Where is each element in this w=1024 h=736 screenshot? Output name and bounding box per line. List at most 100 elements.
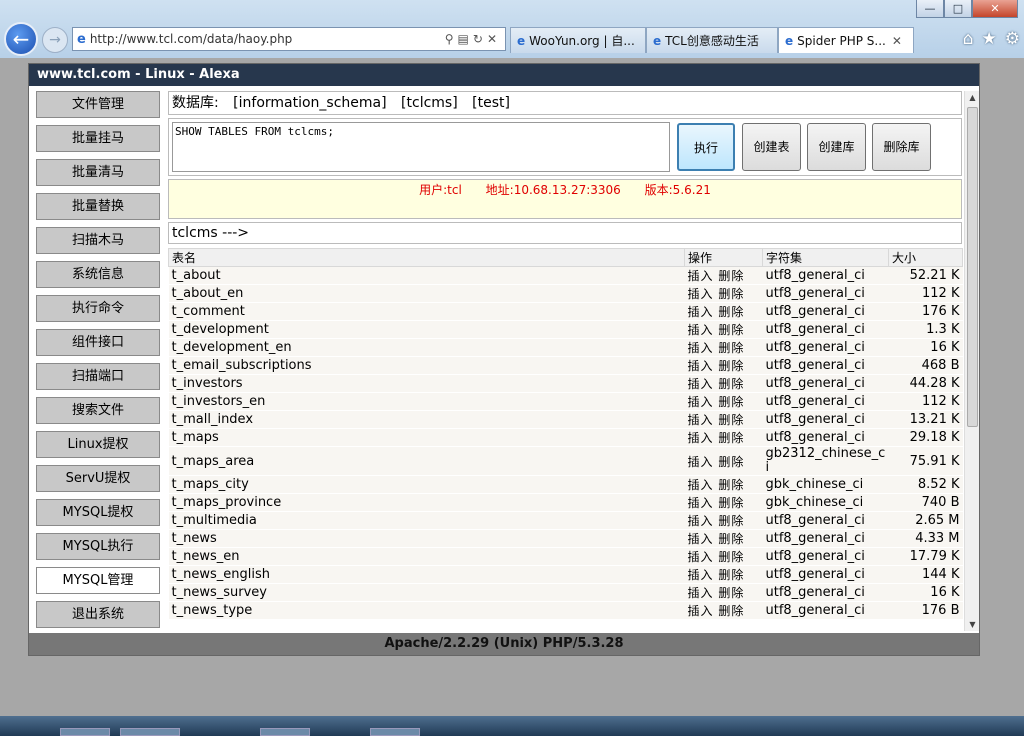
sidebar-item-linux-privesc[interactable]: Linux提权: [36, 431, 160, 458]
create-table-button[interactable]: 创建表: [742, 123, 801, 171]
gear-icon[interactable]: ⚙: [1005, 29, 1020, 49]
drop-database-button[interactable]: 删除库: [872, 123, 931, 171]
table-name-cell[interactable]: t_about_en: [168, 284, 685, 303]
stop-icon[interactable]: ✕: [487, 32, 501, 46]
table-name-cell[interactable]: t_maps_city: [168, 475, 685, 494]
delete-link[interactable]: 删除: [718, 341, 744, 355]
table-name-cell[interactable]: t_investors: [168, 374, 685, 393]
taskbar-item[interactable]: [260, 728, 310, 736]
minimize-button[interactable]: —: [916, 0, 944, 18]
delete-link[interactable]: 删除: [718, 413, 744, 427]
insert-link[interactable]: 插入: [688, 305, 714, 319]
table-name-cell[interactable]: t_mall_index: [168, 410, 685, 429]
delete-link[interactable]: 删除: [718, 532, 744, 546]
delete-link[interactable]: 删除: [718, 496, 744, 510]
table-name-cell[interactable]: t_development: [168, 320, 685, 339]
insert-link[interactable]: 插入: [688, 478, 714, 492]
close-tab-icon[interactable]: ✕: [892, 34, 902, 48]
table-name-cell[interactable]: t_news_en: [168, 547, 685, 566]
delete-link[interactable]: 删除: [718, 287, 744, 301]
sidebar-item-servu-privesc[interactable]: ServU提权: [36, 465, 160, 492]
create-database-button[interactable]: 创建库: [807, 123, 866, 171]
database-link[interactable]: [information_schema]: [233, 95, 386, 111]
sidebar-item-scan-ports[interactable]: 扫描端口: [36, 363, 160, 390]
insert-link[interactable]: 插入: [688, 323, 714, 337]
sidebar-item-scan-trojan[interactable]: 扫描木马: [36, 227, 160, 254]
sidebar-item-mysql-privesc[interactable]: MYSQL提权: [36, 499, 160, 526]
home-icon[interactable]: ⌂: [963, 29, 974, 49]
database-link[interactable]: [test]: [472, 95, 510, 111]
table-name-cell[interactable]: t_news: [168, 529, 685, 548]
scroll-thumb[interactable]: [967, 107, 978, 427]
delete-link[interactable]: 删除: [718, 305, 744, 319]
insert-link[interactable]: 插入: [688, 550, 714, 564]
address-bar[interactable]: e http://www.tcl.com/data/haoy.php ⚲▤↻✕: [72, 27, 506, 51]
sidebar-item-mysql-exec[interactable]: MYSQL执行: [36, 533, 160, 560]
table-name-cell[interactable]: t_investors_en: [168, 392, 685, 411]
insert-link[interactable]: 插入: [688, 496, 714, 510]
insert-link[interactable]: 插入: [688, 287, 714, 301]
tab-wooyun[interactable]: e WooYun.org | 自...: [510, 27, 646, 53]
delete-link[interactable]: 删除: [718, 359, 744, 373]
database-link[interactable]: [tclcms]: [401, 95, 458, 111]
table-name-cell[interactable]: t_maps_province: [168, 493, 685, 512]
delete-link[interactable]: 删除: [718, 395, 744, 409]
insert-link[interactable]: 插入: [688, 455, 714, 469]
insert-link[interactable]: 插入: [688, 269, 714, 283]
forward-button[interactable]: →: [42, 27, 68, 53]
delete-link[interactable]: 删除: [718, 568, 744, 582]
insert-link[interactable]: 插入: [688, 341, 714, 355]
insert-link[interactable]: 插入: [688, 431, 714, 445]
back-button[interactable]: ←: [4, 22, 38, 56]
sidebar-item-search-files[interactable]: 搜索文件: [36, 397, 160, 424]
insert-link[interactable]: 插入: [688, 514, 714, 528]
compat-icon[interactable]: ▤: [458, 32, 473, 46]
delete-link[interactable]: 删除: [718, 478, 744, 492]
insert-link[interactable]: 插入: [688, 532, 714, 546]
insert-link[interactable]: 插入: [688, 413, 714, 427]
delete-link[interactable]: 删除: [718, 377, 744, 391]
tab-tcl[interactable]: e TCL创意感动生活: [646, 27, 778, 53]
sidebar-item-file-manager[interactable]: 文件管理: [36, 91, 160, 118]
table-name-cell[interactable]: t_news_english: [168, 565, 685, 584]
delete-link[interactable]: 删除: [718, 604, 744, 618]
close-button[interactable]: ✕: [972, 0, 1018, 18]
sidebar-item-batch-replace[interactable]: 批量替换: [36, 193, 160, 220]
table-name-cell[interactable]: t_maps_area: [168, 446, 685, 476]
table-name-cell[interactable]: t_comment: [168, 302, 685, 321]
sql-query-input[interactable]: [172, 122, 670, 172]
scroll-up-icon[interactable]: ▲: [965, 93, 980, 102]
delete-link[interactable]: 删除: [718, 269, 744, 283]
table-name-cell[interactable]: t_multimedia: [168, 511, 685, 530]
insert-link[interactable]: 插入: [688, 395, 714, 409]
insert-link[interactable]: 插入: [688, 359, 714, 373]
taskbar-item[interactable]: [120, 728, 180, 736]
table-name-cell[interactable]: t_maps: [168, 428, 685, 447]
search-icon[interactable]: ⚲: [445, 32, 458, 46]
table-name-cell[interactable]: t_about: [168, 266, 685, 285]
delete-link[interactable]: 删除: [718, 550, 744, 564]
sidebar-item-mysql-manage[interactable]: MYSQL管理: [36, 567, 160, 594]
table-name-cell[interactable]: t_news_survey: [168, 583, 685, 602]
insert-link[interactable]: 插入: [688, 568, 714, 582]
table-name-cell[interactable]: t_development_en: [168, 338, 685, 357]
insert-link[interactable]: 插入: [688, 586, 714, 600]
scroll-down-icon[interactable]: ▼: [965, 620, 980, 629]
scrollbar[interactable]: ▲ ▼: [964, 91, 979, 631]
sidebar-item-batch-inject[interactable]: 批量挂马: [36, 125, 160, 152]
taskbar-item[interactable]: [370, 728, 420, 736]
taskbar-item[interactable]: [60, 728, 110, 736]
sidebar-item-logout[interactable]: 退出系统: [36, 601, 160, 628]
delete-link[interactable]: 删除: [718, 586, 744, 600]
sidebar-item-components[interactable]: 组件接口: [36, 329, 160, 356]
sidebar-item-system-info[interactable]: 系统信息: [36, 261, 160, 288]
execute-button[interactable]: 执行: [677, 123, 735, 171]
tab-spider[interactable]: e Spider PHP S... ✕: [778, 27, 914, 53]
favorites-icon[interactable]: ★: [982, 29, 997, 49]
insert-link[interactable]: 插入: [688, 604, 714, 618]
sidebar-item-batch-clean[interactable]: 批量清马: [36, 159, 160, 186]
table-name-cell[interactable]: t_news_type: [168, 601, 685, 620]
refresh-icon[interactable]: ↻: [473, 32, 487, 46]
table-name-cell[interactable]: t_email_subscriptions: [168, 356, 685, 375]
delete-link[interactable]: 删除: [718, 455, 744, 469]
